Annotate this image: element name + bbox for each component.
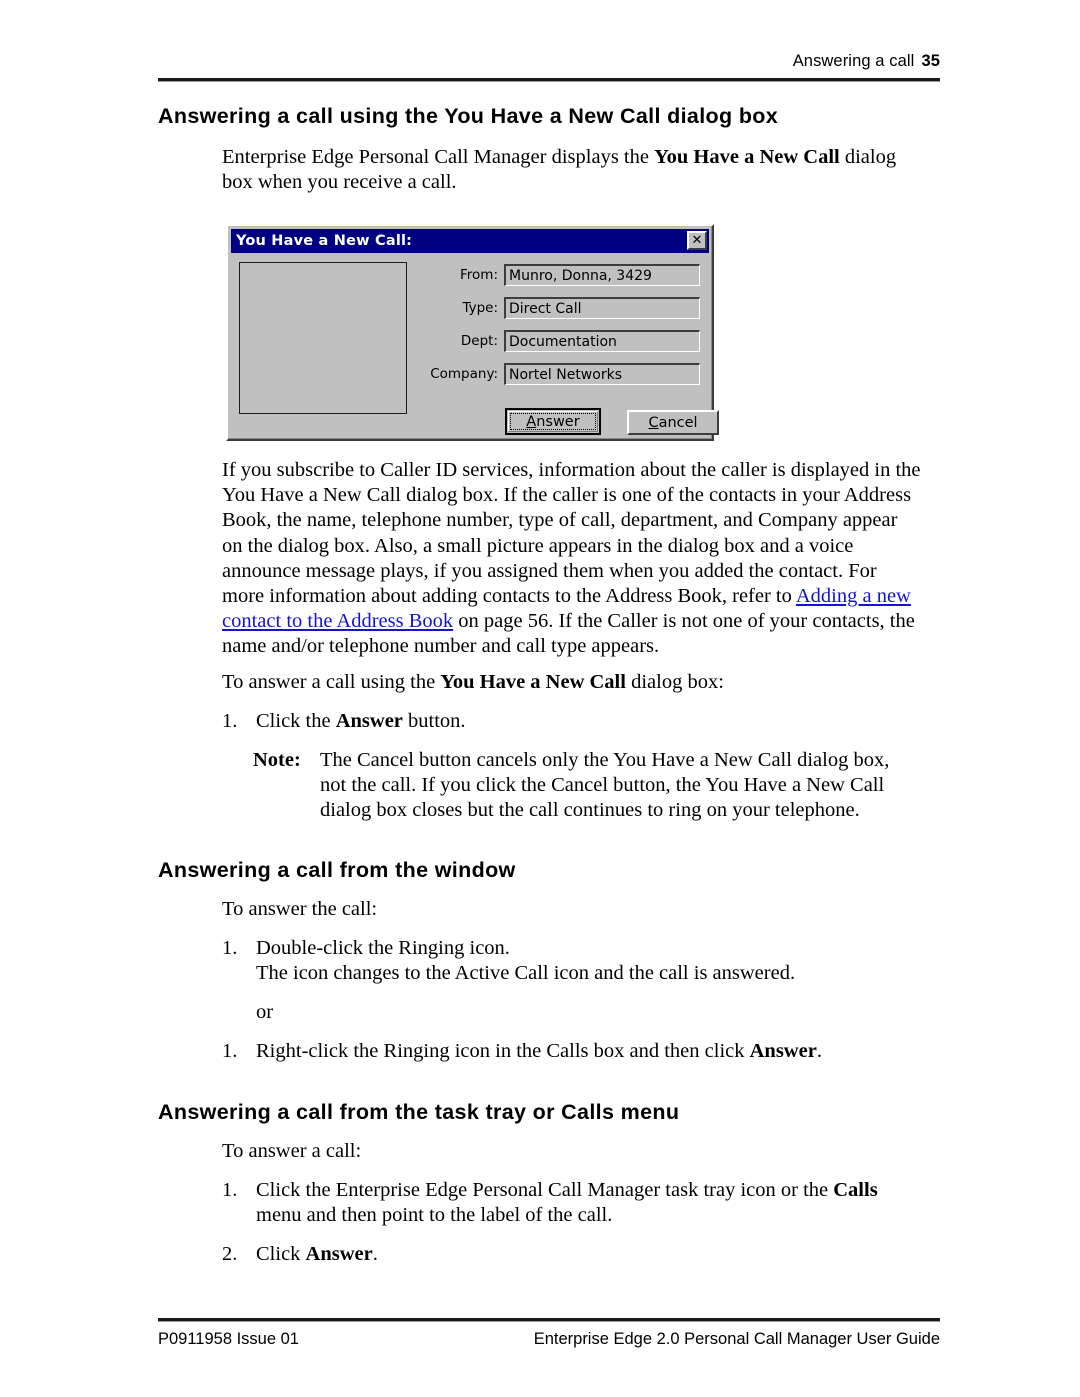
- intro-paragraph: Enterprise Edge Personal Call Manager di…: [222, 145, 922, 195]
- note-text: The Cancel button cancels only the You H…: [320, 749, 890, 822]
- cancel-button-label: Cancel: [648, 415, 697, 431]
- field-row-dept: Dept: Documentation: [408, 330, 700, 352]
- tray-step2-after: .: [372, 1243, 378, 1265]
- list-item-text: Double-click the Ringing icon. The icon …: [256, 936, 912, 986]
- field-value-type[interactable]: Direct Call: [504, 297, 700, 319]
- page-number: 35: [921, 52, 940, 70]
- field-row-type: Type: Direct Call: [408, 297, 700, 319]
- field-label-type: Type:: [462, 300, 498, 316]
- list-item: 1. Double-click the Ringing icon. The ic…: [222, 936, 912, 986]
- or-separator: or: [256, 1001, 274, 1023]
- section-heading-task-tray: Answering a call from the task tray or C…: [158, 1100, 680, 1124]
- document-page: Answering a call 35 Answering a call usin…: [0, 0, 1080, 1397]
- step1-bold: Answer: [335, 710, 403, 732]
- list-item-number: 1.: [222, 937, 238, 959]
- list-item-number: 2.: [222, 1243, 238, 1265]
- cancel-button[interactable]: Cancel: [627, 410, 719, 435]
- field-label-company: Company:: [430, 366, 498, 382]
- list-item-number: 1.: [222, 710, 238, 732]
- to-answer-after: dialog box:: [625, 671, 724, 693]
- field-label-from: From:: [460, 267, 498, 283]
- section-heading-from-window: Answering a call from the window: [158, 858, 516, 882]
- intro-text-bold: You Have a New Call: [654, 146, 840, 168]
- list-item-text: Click Answer.: [256, 1242, 912, 1267]
- tray-step1-before: Click the Enterprise Edge Personal Call …: [256, 1179, 834, 1201]
- field-label-dept: Dept:: [460, 333, 498, 349]
- answer-button-label: Answer: [526, 414, 579, 430]
- note-label: Note:: [253, 749, 301, 771]
- step1-before: Click the: [256, 710, 336, 732]
- field-value-from[interactable]: Munro, Donna, 3429: [504, 264, 700, 286]
- tray-step2-bold: Answer: [305, 1243, 373, 1265]
- answer-button[interactable]: Answer: [505, 408, 601, 435]
- cancel-label-rest: ancel: [658, 414, 698, 431]
- section-heading-dialog-box: Answering a call using the You Have a Ne…: [158, 104, 779, 128]
- list-item-number: 1.: [222, 1179, 238, 1201]
- note-block: Note: The Cancel button cancels only the…: [253, 748, 913, 824]
- close-icon[interactable]: ✕: [687, 231, 707, 250]
- list-item: 1. Click the Enterprise Edge Personal Ca…: [222, 1178, 912, 1228]
- win-step1-line2: The icon changes to the Active Call icon…: [256, 962, 796, 985]
- list-item: 1. Click the Answer button.: [222, 709, 912, 734]
- field-row-from: From: Munro, Donna, 3429: [408, 264, 700, 286]
- field-value-company[interactable]: Nortel Networks: [504, 363, 700, 385]
- tray-step1-bold: Calls: [833, 1179, 878, 1201]
- dialog-title: You Have a New Call:: [236, 233, 413, 249]
- tray-step1-after: menu and then point to the label of the …: [256, 1204, 613, 1227]
- you-have-a-new-call-dialog[interactable]: You Have a New Call: ✕ From: Munro, Donn…: [226, 224, 719, 441]
- tray-step2-before: Click: [256, 1243, 306, 1265]
- tray-intro: To answer a call:: [222, 1140, 362, 1162]
- win-step2-bold: Answer: [749, 1040, 817, 1062]
- list-item-number: 1.: [222, 1040, 238, 1062]
- list-item-text: Click the Answer button.: [256, 709, 912, 734]
- field-value-dept[interactable]: Documentation: [504, 330, 700, 352]
- answer-label-rest: nswer: [536, 413, 580, 430]
- to-answer-before: To answer a call using the: [222, 671, 441, 693]
- step1-after: button.: [402, 710, 466, 732]
- field-row-company: Company: Nortel Networks: [408, 363, 700, 385]
- list-item: 1. Right-click the Ringing icon in the C…: [222, 1039, 912, 1064]
- to-answer-intro: To answer a call using the You Have a Ne…: [222, 670, 922, 695]
- header-rule: [158, 78, 940, 82]
- running-header: Answering a call 35: [158, 52, 940, 71]
- to-answer-bold: You Have a New Call: [440, 671, 626, 693]
- win-step2-after: .: [816, 1040, 822, 1062]
- close-glyph: ✕: [691, 233, 703, 248]
- answer-accel-char: A: [526, 413, 537, 430]
- to-answer-the-call: To answer the call:: [222, 898, 378, 920]
- footer-guide-title: Enterprise Edge 2.0 Personal Call Manage…: [533, 1330, 940, 1348]
- list-item: 2. Click Answer.: [222, 1242, 912, 1267]
- win-step2-before: Right-click the Ringing icon in the Call…: [256, 1040, 750, 1062]
- running-header-title: Answering a call: [792, 52, 915, 70]
- dialog-titlebar[interactable]: You Have a New Call: ✕: [231, 229, 709, 253]
- cancel-accel-char: C: [648, 414, 659, 431]
- win-step1-line1: Double-click the Ringing icon.: [256, 937, 510, 959]
- contact-picture-box: [239, 262, 407, 414]
- list-item-text: Click the Enterprise Edge Personal Call …: [256, 1178, 912, 1228]
- intro-text-before: Enterprise Edge Personal Call Manager di…: [222, 146, 655, 168]
- footer-rule: [158, 1318, 940, 1322]
- caller-id-paragraph: If you subscribe to Caller ID services, …: [222, 458, 922, 660]
- answer-button-face: Answer: [508, 411, 598, 432]
- list-item-text: Right-click the Ringing icon in the Call…: [256, 1039, 912, 1064]
